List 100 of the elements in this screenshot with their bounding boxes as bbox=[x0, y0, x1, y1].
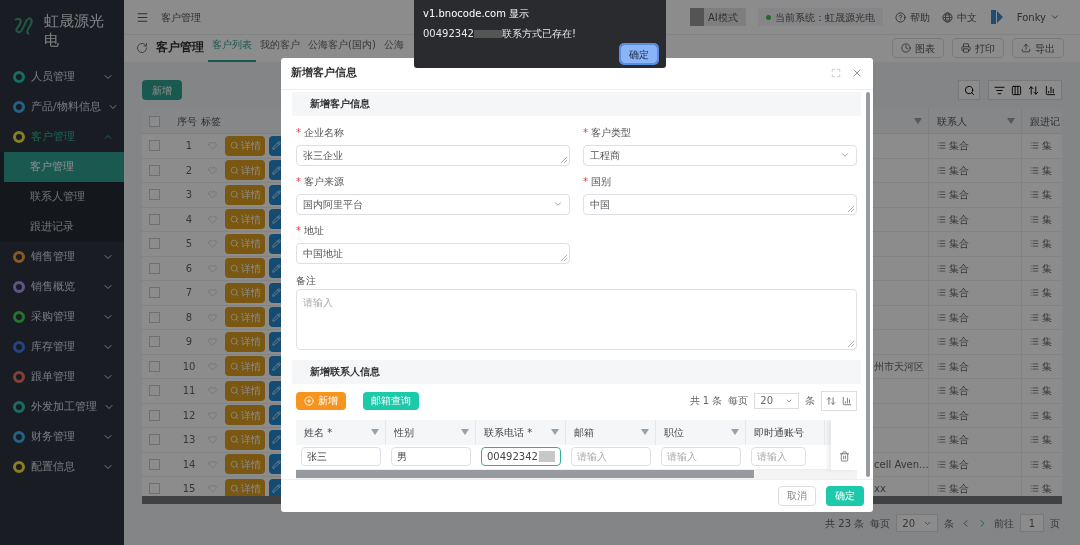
checkbox[interactable] bbox=[149, 262, 160, 274]
user-menu[interactable]: Fonky bbox=[1016, 9, 1060, 25]
toolbar-button[interactable]: 图表 bbox=[892, 38, 944, 58]
delete-icon[interactable] bbox=[838, 450, 850, 462]
set-link[interactable]: 集合 bbox=[937, 187, 969, 203]
sidebar-item[interactable]: 库存管理 bbox=[0, 332, 124, 362]
sidebar-item[interactable]: 客户管理 bbox=[0, 122, 124, 152]
sort-icon[interactable] bbox=[826, 395, 836, 406]
set-link[interactable]: 集合 bbox=[937, 309, 969, 325]
set-link[interactable]: 集 bbox=[1030, 407, 1052, 423]
sidebar-item[interactable]: 产品/物料信息 bbox=[0, 92, 124, 122]
email-query-button[interactable]: 邮箱查询 bbox=[363, 391, 419, 410]
input-field[interactable]: 张三 bbox=[301, 447, 381, 466]
set-link[interactable]: 集 bbox=[1030, 334, 1052, 350]
detail-button[interactable]: 详情 bbox=[225, 307, 265, 328]
set-link[interactable]: 集 bbox=[1030, 432, 1052, 448]
set-link[interactable]: 集合 bbox=[937, 162, 969, 178]
submenu-item[interactable]: 跟进记录 bbox=[4, 212, 124, 242]
page-size-select[interactable]: 20 bbox=[754, 392, 799, 409]
add-contact-button[interactable]: 新增 bbox=[296, 391, 346, 410]
textarea-field[interactable]: 请输入 bbox=[296, 288, 857, 350]
set-link[interactable]: 集 bbox=[1030, 383, 1052, 399]
sort-icon[interactable] bbox=[1028, 84, 1039, 96]
toolbar-button[interactable]: 导出 bbox=[1012, 38, 1064, 58]
checkbox[interactable] bbox=[149, 434, 160, 446]
tab[interactable]: 公海 bbox=[379, 37, 408, 62]
detail-button[interactable]: 详情 bbox=[225, 258, 265, 279]
checkbox[interactable] bbox=[149, 287, 160, 299]
checkbox[interactable] bbox=[149, 238, 160, 250]
sidebar-item[interactable]: 配置信息 bbox=[0, 452, 124, 482]
sidebar-item[interactable]: 跟单管理 bbox=[0, 362, 124, 392]
detail-button[interactable]: 详情 bbox=[225, 380, 265, 401]
tab[interactable]: 我的客户 bbox=[256, 37, 304, 62]
checkbox[interactable] bbox=[149, 336, 160, 348]
set-link[interactable]: 集 bbox=[1030, 481, 1052, 497]
chart-icon[interactable] bbox=[842, 395, 852, 406]
set-link[interactable]: 集 bbox=[1030, 309, 1052, 325]
input-field[interactable]: 请输入 bbox=[571, 447, 651, 466]
toolbar-button[interactable]: 打印 bbox=[952, 38, 1004, 58]
detail-button[interactable]: 详情 bbox=[225, 356, 265, 377]
detail-button[interactable]: 详情 bbox=[225, 209, 265, 230]
set-link[interactable]: 集合 bbox=[937, 481, 969, 497]
submenu-item[interactable]: 联系人管理 bbox=[4, 182, 124, 212]
checkbox[interactable] bbox=[149, 409, 160, 421]
checkbox[interactable] bbox=[149, 483, 160, 495]
input-field[interactable]: 00492342 bbox=[481, 447, 561, 466]
detail-button[interactable]: 详情 bbox=[225, 454, 265, 475]
input-field[interactable]: 中国地址 bbox=[296, 242, 570, 264]
sidebar-item[interactable]: 人员管理 bbox=[0, 62, 124, 92]
chart-icon[interactable] bbox=[1045, 84, 1056, 96]
detail-button[interactable]: 详情 bbox=[225, 233, 265, 254]
submenu-item[interactable]: 客户管理 bbox=[4, 152, 124, 182]
filter-icon[interactable] bbox=[994, 84, 1005, 96]
set-link[interactable]: 集 bbox=[1030, 187, 1052, 203]
set-link[interactable]: 集 bbox=[1030, 138, 1052, 154]
page-size-select[interactable]: 20 bbox=[896, 514, 938, 532]
set-link[interactable]: 集 bbox=[1030, 285, 1052, 301]
input-field[interactable]: 中国 bbox=[583, 193, 857, 215]
set-link[interactable]: 集 bbox=[1030, 260, 1052, 276]
input-field[interactable]: 男 bbox=[391, 447, 471, 466]
detail-button[interactable]: 详情 bbox=[225, 331, 265, 352]
set-link[interactable]: 集合 bbox=[937, 407, 969, 423]
sidebar-item[interactable]: 财务管理 bbox=[0, 422, 124, 452]
sidebar-item[interactable]: 销售管理 bbox=[0, 242, 124, 272]
set-link[interactable]: 集 bbox=[1030, 456, 1052, 472]
help-link[interactable]: 帮助 bbox=[894, 9, 930, 25]
ok-button[interactable]: 确定 bbox=[621, 45, 657, 63]
scrollbar[interactable] bbox=[866, 91, 870, 477]
checkbox[interactable] bbox=[149, 311, 160, 323]
checkbox[interactable] bbox=[149, 360, 160, 372]
add-button[interactable]: 新增 bbox=[142, 80, 182, 100]
ai-mode-toggle[interactable]: AI模式 bbox=[690, 8, 746, 26]
set-link[interactable]: 集合 bbox=[937, 138, 969, 154]
input-field[interactable]: 张三企业 bbox=[296, 144, 570, 166]
set-link[interactable]: 集合 bbox=[937, 285, 969, 301]
select-field[interactable]: 工程商 bbox=[583, 144, 857, 166]
detail-button[interactable]: 详情 bbox=[225, 282, 265, 303]
checkbox[interactable] bbox=[149, 458, 160, 470]
checkbox[interactable] bbox=[149, 140, 160, 152]
set-link[interactable]: 集合 bbox=[937, 358, 969, 374]
refresh-icon[interactable] bbox=[136, 42, 148, 54]
scrollbar[interactable] bbox=[296, 469, 754, 478]
detail-button[interactable]: 详情 bbox=[225, 429, 265, 450]
columns-icon[interactable] bbox=[1011, 84, 1022, 96]
input-field[interactable]: 请输入 bbox=[751, 447, 806, 466]
checkbox[interactable] bbox=[149, 213, 160, 225]
set-link[interactable]: 集合 bbox=[937, 432, 969, 448]
detail-button[interactable]: 详情 bbox=[225, 405, 265, 426]
detail-button[interactable]: 详情 bbox=[225, 135, 265, 156]
set-link[interactable]: 集合 bbox=[937, 211, 969, 227]
select-field[interactable]: 国内阿里平台 bbox=[296, 193, 570, 215]
language-menu[interactable]: 中文 bbox=[941, 9, 977, 25]
checkbox[interactable] bbox=[149, 164, 160, 176]
tab[interactable]: 客户列表 bbox=[208, 37, 256, 62]
set-link[interactable]: 集 bbox=[1030, 236, 1052, 252]
detail-button[interactable]: 详情 bbox=[225, 478, 265, 499]
set-link[interactable]: 集合 bbox=[937, 383, 969, 399]
sidebar-item[interactable]: 销售概览 bbox=[0, 272, 124, 302]
set-link[interactable]: 集 bbox=[1030, 162, 1052, 178]
sidebar-item[interactable]: 采购管理 bbox=[0, 302, 124, 332]
